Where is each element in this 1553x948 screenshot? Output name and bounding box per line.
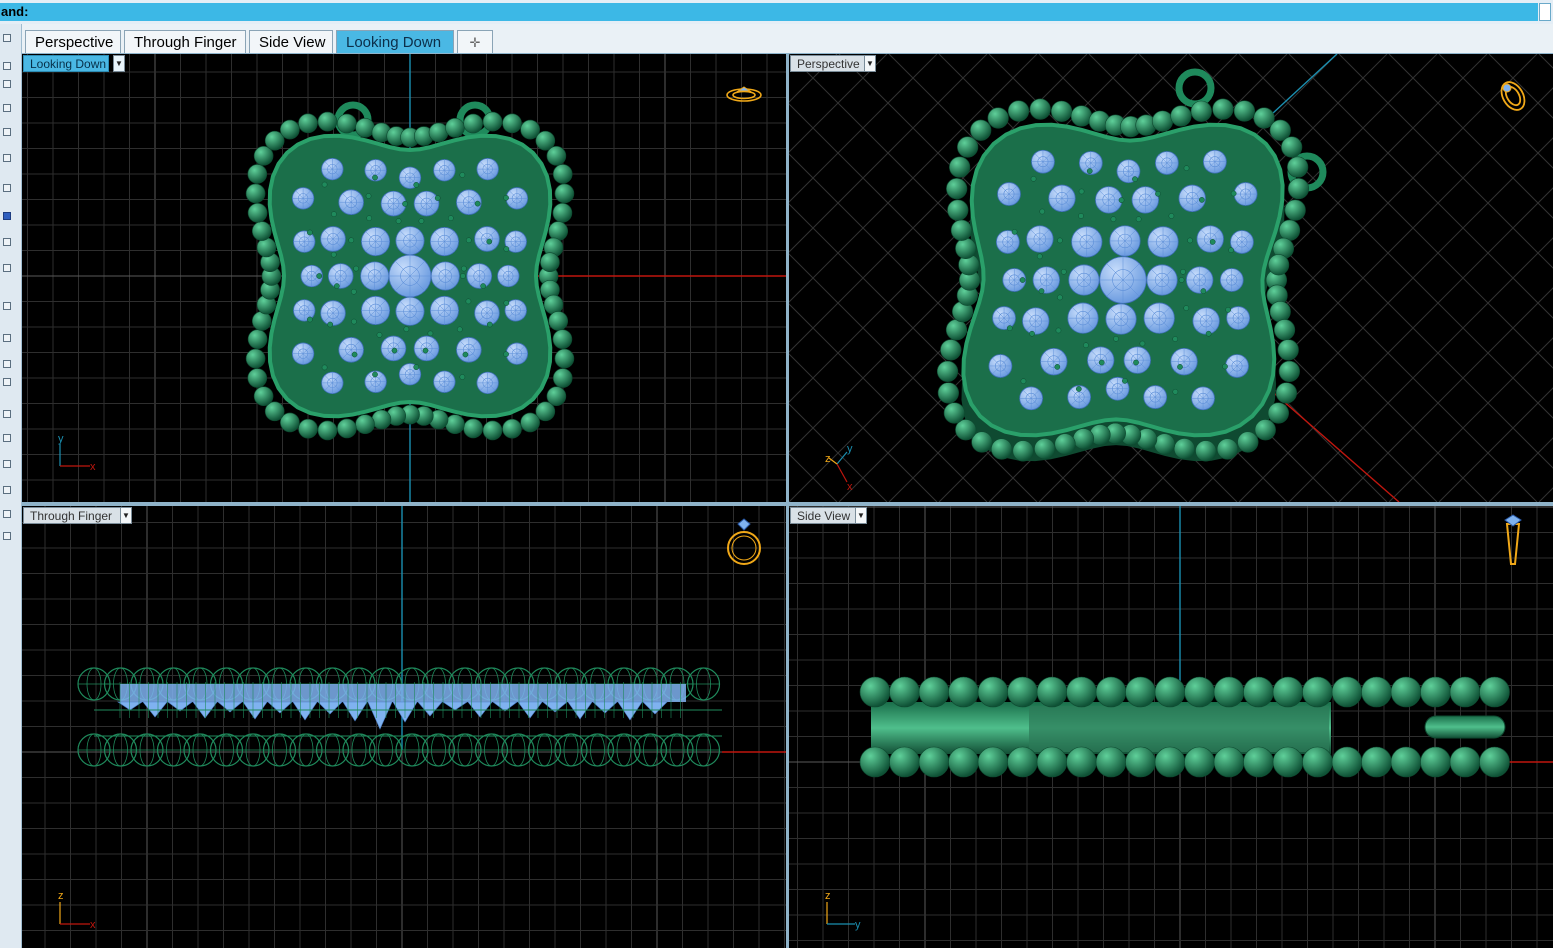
viewport-menu-dropdown[interactable]: ▼ xyxy=(113,55,125,72)
tool-select-icon[interactable] xyxy=(3,34,11,42)
ring-perspective-icon[interactable] xyxy=(1497,78,1529,114)
tool-circle-icon[interactable] xyxy=(3,128,11,136)
tool-fillet-icon[interactable] xyxy=(3,302,11,310)
tool-rectangle-icon[interactable] xyxy=(3,184,11,192)
tool-rotate-icon[interactable] xyxy=(3,410,11,418)
left-toolbar xyxy=(0,24,22,948)
axis-y-label: y xyxy=(847,443,853,455)
axis-z-label: z xyxy=(58,890,64,902)
tool-mirror-icon[interactable] xyxy=(3,460,11,468)
ring-side-icon[interactable] xyxy=(1504,514,1522,565)
viewport-menu-dropdown[interactable]: ▼ xyxy=(864,55,876,72)
pendant-front-wireframe xyxy=(77,667,722,767)
tool-copy-icon[interactable] xyxy=(3,378,11,386)
axis-x-label: x xyxy=(90,461,96,473)
viewport-menu-dropdown[interactable]: ▼ xyxy=(855,507,867,524)
viewport-title-through-finger[interactable]: Through Finger xyxy=(23,507,121,524)
tool-curve-icon[interactable] xyxy=(3,104,11,112)
tool-arc-icon[interactable] xyxy=(3,154,11,162)
axis-x-label: x xyxy=(847,481,853,493)
pendant-side-view xyxy=(859,676,1510,778)
tool-analyze-icon[interactable] xyxy=(3,532,11,540)
axis-x-label: x xyxy=(90,919,96,931)
command-bar: and: xyxy=(0,0,1553,24)
viewport-perspective[interactable]: z y x Perspective ▼ xyxy=(789,54,1553,502)
axis-widget: z y x xyxy=(825,443,853,493)
tab-side-view[interactable]: Side View xyxy=(249,30,333,53)
viewport-title-side-view[interactable]: Side View xyxy=(790,507,860,524)
grid-and-model: z x xyxy=(22,506,786,948)
axis-widget: z y xyxy=(825,890,861,931)
viewport-looking-down[interactable]: y x Looking Down ▼ xyxy=(22,54,786,502)
viewport-menu-dropdown[interactable]: ▼ xyxy=(120,507,132,524)
viewport-side-view[interactable]: z y Side View ▼ xyxy=(789,506,1553,948)
plus-icon: ✛ xyxy=(469,35,481,50)
tool-array-icon[interactable] xyxy=(3,486,11,494)
add-tab-button[interactable]: ✛ xyxy=(457,30,493,53)
tool-extrude-icon[interactable] xyxy=(3,238,11,246)
command-prompt-label: and: xyxy=(1,4,29,19)
axis-y-label: y xyxy=(855,919,861,931)
pendant-top-view xyxy=(245,101,575,441)
command-input[interactable] xyxy=(0,3,1538,21)
axis-widget: z x xyxy=(58,890,96,931)
axis-widget: y x xyxy=(58,433,96,473)
viewport-title-perspective[interactable]: Perspective xyxy=(790,55,866,72)
viewport-title-looking-down[interactable]: Looking Down xyxy=(23,55,109,72)
tab-through-finger[interactable]: Through Finger xyxy=(124,30,246,53)
tool-sphere-icon[interactable] xyxy=(3,212,11,220)
tool-loft-icon[interactable] xyxy=(3,264,11,272)
tool-boolean-icon[interactable] xyxy=(3,334,11,342)
tab-looking-down[interactable]: Looking Down xyxy=(336,30,454,53)
axis-z-label: z xyxy=(825,890,831,902)
ring-front-icon[interactable] xyxy=(727,518,761,565)
command-history-button[interactable] xyxy=(1539,3,1551,21)
tool-line-icon[interactable] xyxy=(3,80,11,88)
ring-flat-icon[interactable] xyxy=(726,86,762,102)
tool-point-icon[interactable] xyxy=(3,62,11,70)
axis-y-label: y xyxy=(58,433,64,445)
tab-perspective[interactable]: Perspective xyxy=(25,30,121,53)
grid-and-model: z y xyxy=(789,506,1553,948)
viewport-through-finger[interactable]: z x Through Finger ▼ xyxy=(22,506,786,948)
axis-z-label: z xyxy=(825,453,831,465)
tool-gem-icon[interactable] xyxy=(3,510,11,518)
tool-scale-icon[interactable] xyxy=(3,434,11,442)
grid-and-model: y x xyxy=(22,54,786,502)
viewport-tab-strip: Perspective Through Finger Side View Loo… xyxy=(22,24,1553,54)
grid-and-model: z y x xyxy=(789,54,1553,502)
tool-move-icon[interactable] xyxy=(3,360,11,368)
